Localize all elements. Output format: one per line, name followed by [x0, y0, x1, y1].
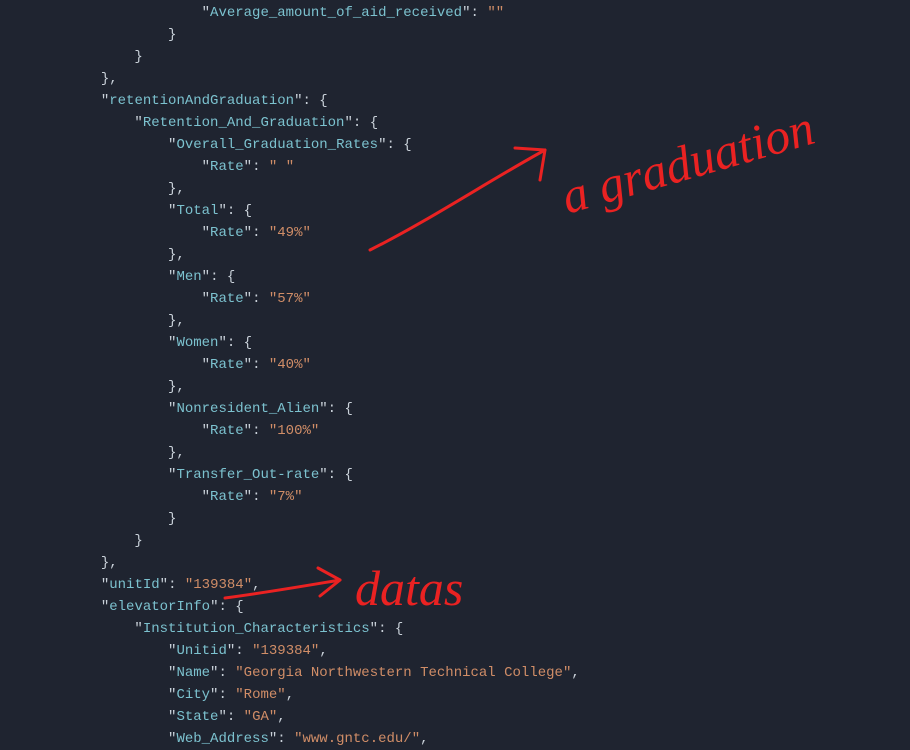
code-line: "Rate": "7%" — [0, 486, 731, 508]
code-line: } — [0, 24, 731, 46]
json-key: City — [176, 687, 210, 703]
json-string: 49% — [277, 225, 302, 241]
code-line: "Institution_Characteristics": { — [0, 618, 731, 640]
code-line: "Average_amount_of_aid_received": "" — [0, 2, 731, 24]
json-key: Unitid — [176, 643, 226, 659]
code-line: "Transfer_Out-rate": { — [0, 464, 731, 486]
json-key: Women — [176, 335, 218, 351]
json-key: Overall_Graduation_Rates — [176, 137, 378, 153]
code-line: "Rate": "57%" — [0, 288, 731, 310]
json-string: GA — [252, 709, 269, 725]
code-line: } — [0, 46, 731, 68]
json-string: Rome — [244, 687, 278, 703]
json-string: 139384 — [260, 643, 310, 659]
json-key: Rate — [210, 357, 244, 373]
json-string: 40% — [277, 357, 302, 373]
code-editor[interactable]: "Average_amount_of_aid_received": "" } }… — [0, 0, 731, 750]
code-line: "elevatorInfo": { — [0, 596, 731, 618]
json-key: elevatorInfo — [109, 599, 210, 615]
json-key: Rate — [210, 159, 244, 175]
json-key: Transfer_Out-rate — [176, 467, 319, 483]
json-key: retentionAndGraduation — [109, 93, 294, 109]
code-line: "State": "GA", — [0, 706, 731, 728]
code-line: "Unitid": "139384", — [0, 640, 731, 662]
json-key: Web_Address — [176, 731, 268, 747]
code-line: "Men": { — [0, 266, 731, 288]
json-key: Men — [176, 269, 201, 285]
json-key: Total — [176, 203, 218, 219]
code-line: "Name": "Georgia Northwestern Technical … — [0, 662, 731, 684]
code-line: } — [0, 530, 731, 552]
code-line: }, — [0, 442, 731, 464]
json-key: Name — [176, 665, 210, 681]
json-key: Institution_Characteristics — [143, 621, 370, 637]
code-line: }, — [0, 310, 731, 332]
json-key: Rate — [210, 291, 244, 307]
code-line: "Retention_And_Graduation": { — [0, 112, 731, 134]
code-line: "Nonresident_Alien": { — [0, 398, 731, 420]
code-line: "City": "Rome", — [0, 684, 731, 706]
json-string: 139384 — [193, 577, 243, 593]
code-line: "Rate": "40%" — [0, 354, 731, 376]
code-line: "Rate": "100%" — [0, 420, 731, 442]
json-string: 100% — [277, 423, 311, 439]
code-line: "Overall_Graduation_Rates": { — [0, 134, 731, 156]
json-key: Average_amount_of_aid_received — [210, 5, 462, 21]
code-line: "Women": { — [0, 332, 731, 354]
code-line: "retentionAndGraduation": { — [0, 90, 731, 112]
json-string: Georgia Northwestern Technical College — [244, 665, 563, 681]
json-key: Rate — [210, 225, 244, 241]
code-line: "Web_Address": "www.gntc.edu/", — [0, 728, 731, 750]
json-string: 7% — [277, 489, 294, 505]
code-line: "unitId": "139384", — [0, 574, 731, 596]
json-key: Rate — [210, 489, 244, 505]
json-key: Nonresident_Alien — [176, 401, 319, 417]
code-line: }, — [0, 178, 731, 200]
code-line: "Total": { — [0, 200, 731, 222]
json-string — [277, 159, 285, 175]
json-key: Rate — [210, 423, 244, 439]
json-key: Retention_And_Graduation — [143, 115, 345, 131]
code-line: }, — [0, 244, 731, 266]
code-line: }, — [0, 68, 731, 90]
code-line: "Rate": " " — [0, 156, 731, 178]
code-line: "Rate": "49%" — [0, 222, 731, 244]
json-key: State — [176, 709, 218, 725]
code-line: }, — [0, 552, 731, 574]
json-string: 57% — [277, 291, 302, 307]
json-string: www.gntc.edu/ — [302, 731, 411, 747]
code-line: }, — [0, 376, 731, 398]
code-line: } — [0, 508, 731, 530]
json-key: unitId — [109, 577, 159, 593]
